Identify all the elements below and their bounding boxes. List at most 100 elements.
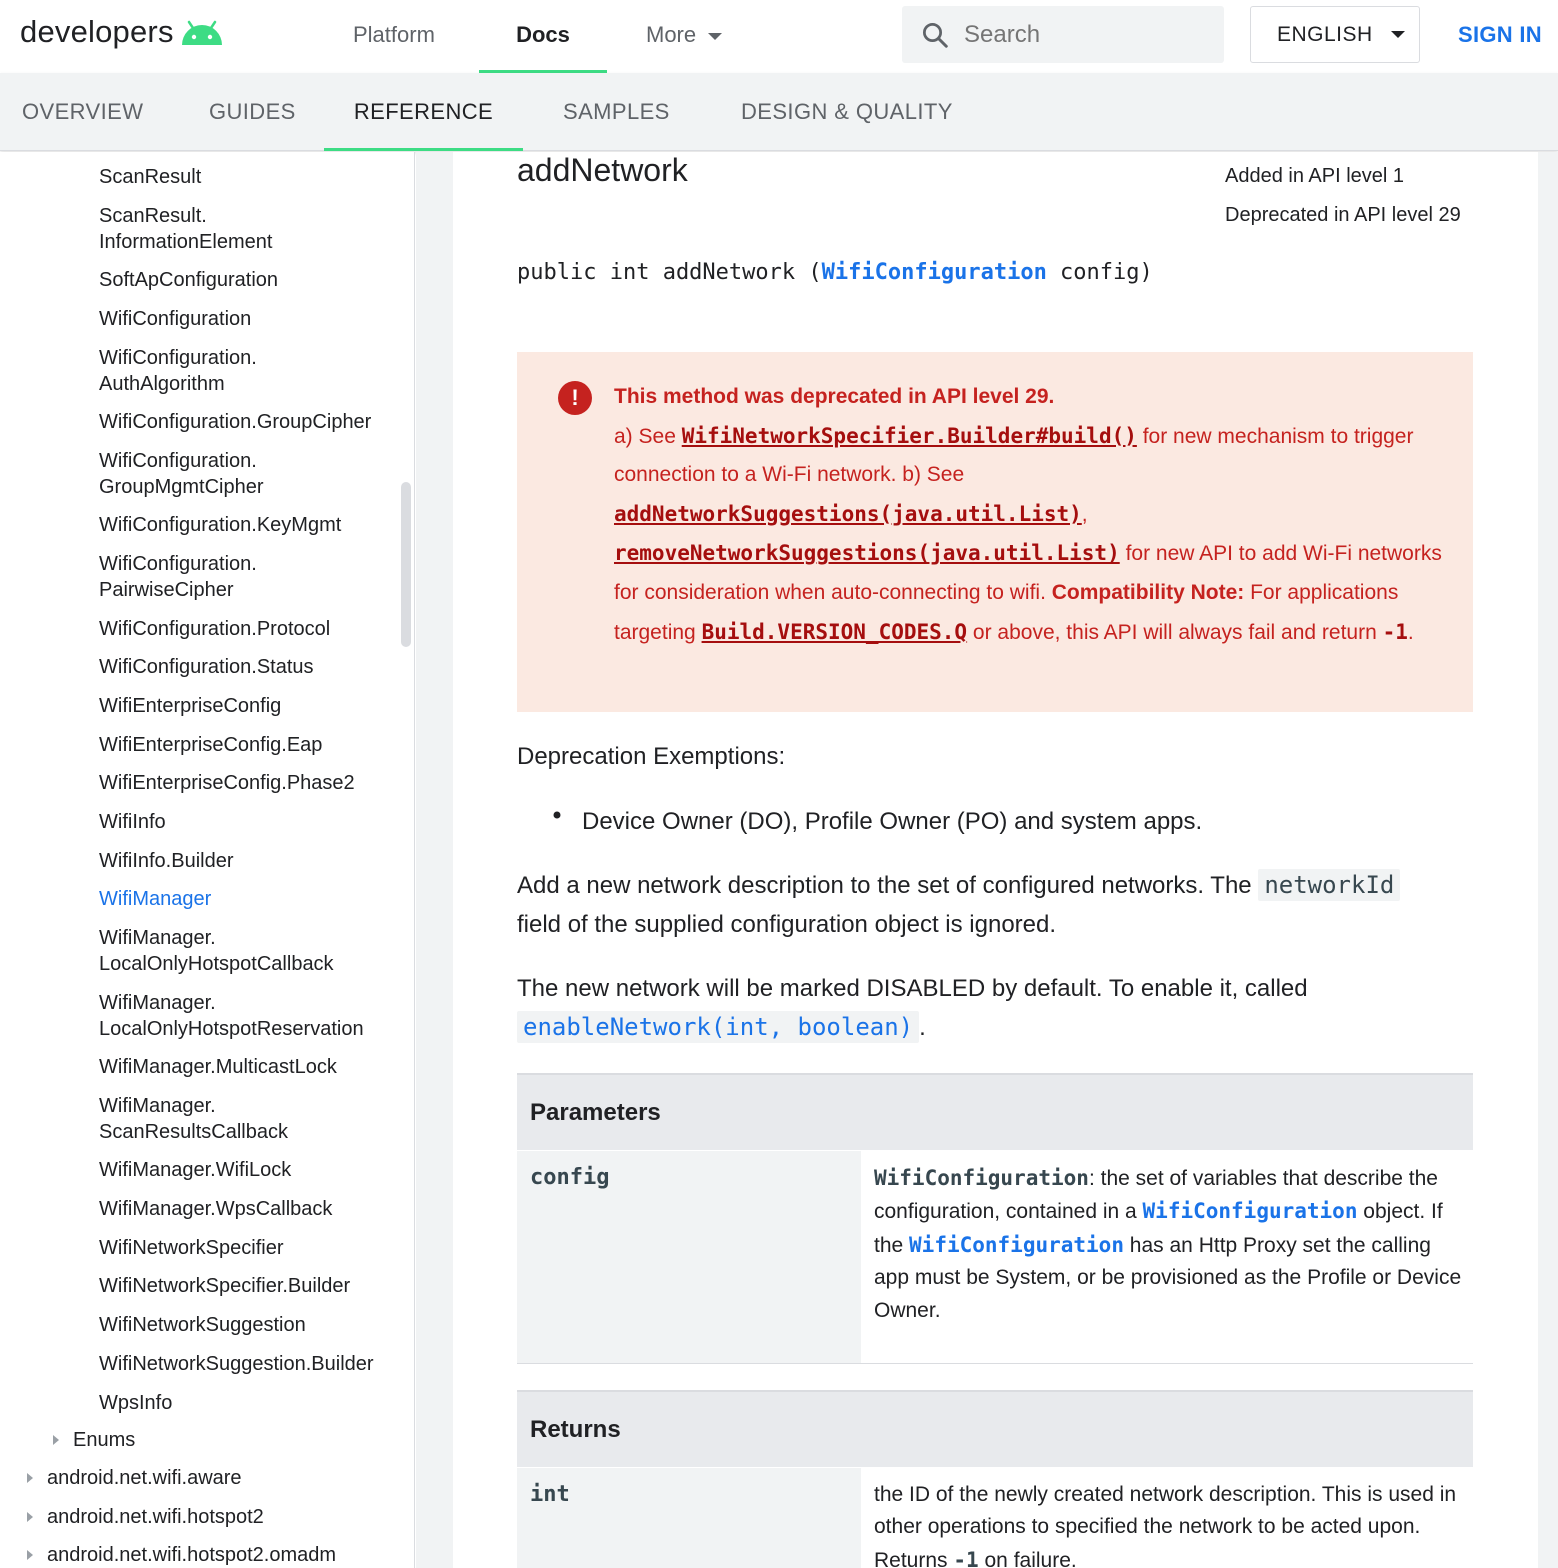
sidebar-item[interactable]: WifiManager.MulticastLock [99,1054,337,1080]
sidebar-item[interactable]: WifiInfo [99,809,166,835]
sidebar-item-label: WpsInfo [99,1391,173,1414]
link-remove-network-suggestions[interactable]: removeNetworkSuggestions(java.util.List) [614,541,1120,565]
sidebar-item-label: AuthAlgorithm [99,372,225,395]
parameters-header: Parameters [517,1073,1473,1150]
compatibility-note-label: Compatibility Note: [1051,580,1245,604]
sidebar-item[interactable]: WifiManager. LocalOnlyHotspotCallback [99,925,334,977]
sidebar-item[interactable]: WifiConfiguration.Protocol [99,616,330,642]
sidebar-item-label: WifiConfiguration [99,307,252,330]
android-icon [181,20,222,45]
sidebar-item-label: WifiManager.WifiLock [99,1159,292,1182]
sidebar-item[interactable]: ScanResult [99,164,201,190]
sidebar-item[interactable]: WifiConfiguration. GroupMgmtCipher [99,448,264,500]
warning-text-part: , [1081,502,1088,526]
search-box[interactable] [902,6,1224,63]
sidebar-item[interactable]: WifiConfiguration.KeyMgmt [99,512,341,538]
table-row: config WifiConfiguration: the set of var… [517,1151,1473,1364]
desc-text-part: The new network will be marked DISABLED … [517,975,1308,1002]
sidebar-item[interactable]: WifiManager.WifiLock [99,1157,291,1183]
sidebar-item-label: WifiEnterpriseConfig.Eap [99,733,323,756]
search-input[interactable] [964,20,1194,49]
returns-header: Returns [517,1390,1473,1467]
sidebar-item[interactable]: WifiConfiguration.GroupCipher [99,409,371,435]
description-paragraph-2: The new network will be marked DISABLED … [517,969,1473,1047]
sidebar-item[interactable]: WifiManager.WpsCallback [99,1196,332,1222]
warning-text-part: a) See [614,424,682,448]
sidebar-item-label: WifiConfiguration.GroupCipher [99,411,372,434]
sidebar-item-label: WifiEnterpriseConfig.Phase2 [99,772,355,795]
sidebar-item[interactable]: WifiNetworkSuggestion [99,1312,306,1338]
sidebar-scrollbar[interactable] [401,482,411,647]
sidebar-item[interactable]: WifiEnterpriseConfig [99,693,281,719]
sidebar-item[interactable]: WpsInfo [99,1390,172,1416]
search-icon [923,22,948,48]
sidebar-item[interactable]: WifiConfiguration. PairwiseCipher [99,551,257,603]
sidebar-item[interactable]: WifiInfo.Builder [99,848,234,874]
sidebar-item[interactable]: WifiConfiguration [99,306,251,332]
developers-logo[interactable]: developers [20,14,224,50]
warning-text: This method was deprecated in API level … [614,378,1444,652]
tab-reference[interactable]: REFERENCE [324,73,523,151]
sidebar-item[interactable]: WifiEnterpriseConfig.Phase2 [99,770,355,796]
param-name: config [530,1165,610,1190]
sidebar-item-label: WifiManager. [99,991,216,1014]
desc-text-part: . [919,1014,926,1041]
sidebar-item-label: WifiNetworkSpecifier [99,1236,284,1259]
link-build-version-codes-q[interactable]: Build.VERSION_CODES.Q [702,620,968,644]
warning-text-part: . [1407,620,1414,644]
desc-text-part: field of the supplied configuration obje… [517,911,1057,938]
sidebar-item-label: ScanResult. [99,204,207,227]
tab-guides[interactable]: GUIDES [209,73,296,151]
sidebar-item-label: WifiEnterpriseConfig [99,694,282,717]
chevron-down-icon [1390,31,1405,38]
warning-text-part: or above, this API will always fail and … [967,620,1383,644]
section-tabs: OVERVIEW GUIDES REFERENCE SAMPLES DESIGN… [0,73,1558,151]
sidebar-item[interactable]: WifiNetworkSpecifier.Builder [99,1273,350,1299]
sidebar-item-enums[interactable]: Enums [73,1427,135,1453]
sidebar-package-aware[interactable]: android.net.wifi.aware [47,1465,242,1491]
exemption-item: Device Owner (DO), Profile Owner (PO) an… [582,808,1203,835]
sidebar-package-omadm[interactable]: android.net.wifi.hotspot2.omadm [47,1542,336,1568]
nav-platform[interactable]: Platform [353,0,435,73]
sidebar-item[interactable]: WifiEnterpriseConfig.Eap [99,732,322,758]
language-select[interactable]: ENGLISH [1250,6,1420,63]
sidebar-item[interactable]: WifiNetworkSuggestion.Builder [99,1351,374,1377]
nav-more[interactable]: More [646,0,723,73]
sidebar-item[interactable]: WifiManager. ScanResultsCallback [99,1093,288,1145]
nav-docs[interactable]: Docs [479,0,607,73]
sidebar-item-label: PairwiseCipher [99,579,234,601]
signature-type-link[interactable]: WifiConfiguration [822,260,1047,285]
sidebar-item[interactable]: ScanResult. InformationElement [99,203,272,255]
sidebar-item-label: WifiManager.WpsCallback [99,1198,333,1220]
sidebar-item[interactable]: WifiConfiguration.Status [99,654,314,680]
expand-arrow-icon[interactable] [27,1512,33,1522]
top-header: developers Platform Docs More ENGLISH SI… [0,0,1558,73]
sign-in-link[interactable]: SIGN IN [1458,0,1542,70]
sidebar-item[interactable]: SoftApConfiguration [99,267,278,293]
expand-arrow-icon[interactable] [27,1473,33,1483]
link-add-network-suggestions[interactable]: addNetworkSuggestions(java.util.List) [614,502,1082,526]
sidebar-item-label: WifiInfo [99,811,166,833]
sidebar-package-hotspot2[interactable]: android.net.wifi.hotspot2 [47,1504,264,1530]
return-type: int [530,1482,570,1507]
sidebar-item-label: WifiNetworkSuggestion [99,1314,306,1337]
tab-overview[interactable]: OVERVIEW [22,73,143,151]
sidebar-item-label: WifiConfiguration. [99,346,257,369]
sidebar-item-label: WifiConfiguration.Protocol [99,617,331,640]
expand-arrow-icon[interactable] [53,1435,59,1445]
sidebar-item-label: WifiManager. [99,1094,216,1117]
deprecation-warning: ! This method was deprecated in API leve… [517,352,1473,712]
error-icon: ! [558,381,592,415]
wifi-configuration-link[interactable]: WifiConfiguration [1143,1199,1358,1223]
link-wifi-network-specifier-build[interactable]: WifiNetworkSpecifier.Builder#build() [682,424,1137,448]
expand-arrow-icon[interactable] [27,1550,33,1560]
sidebar-item[interactable]: WifiNetworkSpecifier [99,1235,283,1261]
enable-network-link[interactable]: enableNetwork(int, boolean) [517,1011,920,1043]
wifi-configuration-link[interactable]: WifiConfiguration [909,1233,1124,1257]
sidebar-item-label: SoftApConfiguration [99,269,279,292]
sidebar-item[interactable]: WifiManager. LocalOnlyHotspotReservation [99,990,364,1042]
tab-design-quality[interactable]: DESIGN & QUALITY [741,73,953,151]
sidebar-item[interactable]: WifiManager [99,886,211,912]
sidebar-item[interactable]: WifiConfiguration. AuthAlgorithm [99,345,257,397]
tab-samples[interactable]: SAMPLES [563,73,670,151]
